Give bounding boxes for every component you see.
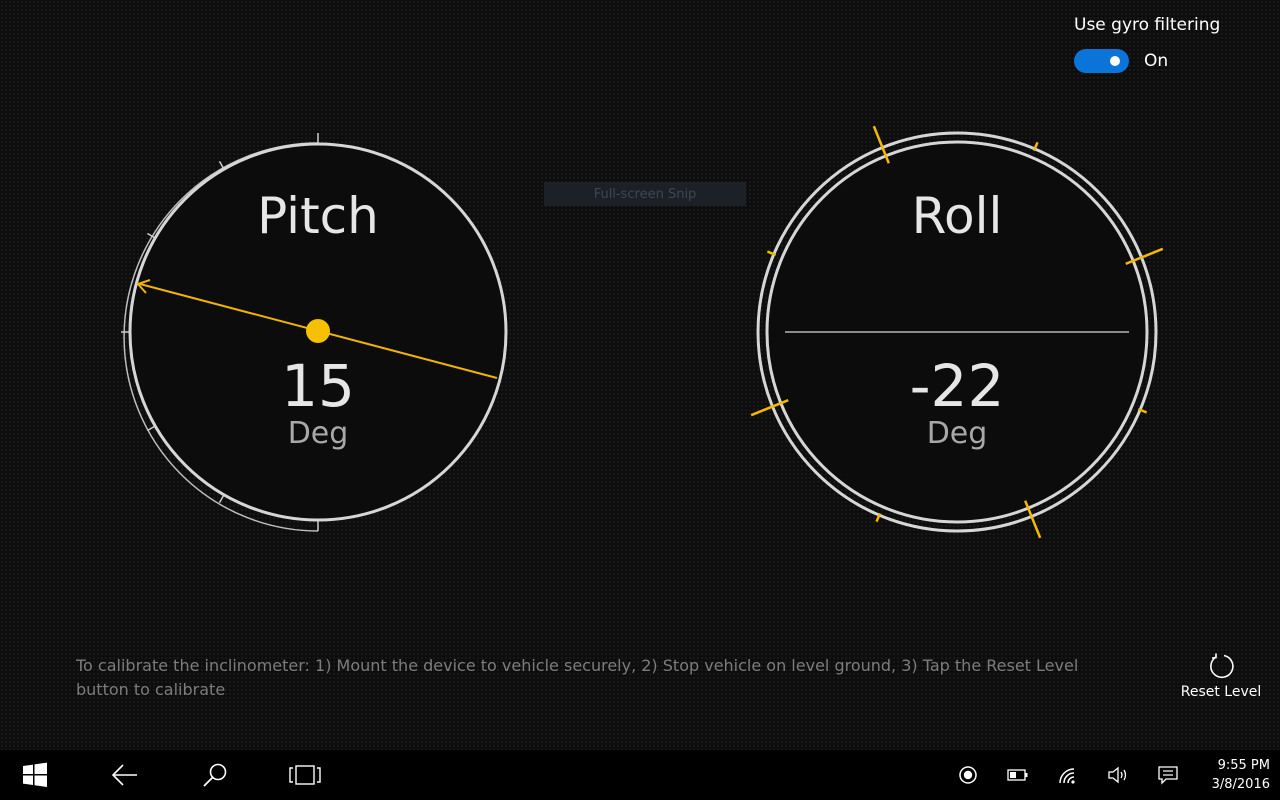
gyro-toggle-row: On <box>1074 49 1274 73</box>
inclinometer-app: Pitch 15 Deg Roll -22 Deg Use gyro filte… <box>0 0 1280 750</box>
reset-level-button[interactable]: Reset Level <box>1176 652 1266 700</box>
gyro-filter-toggle[interactable] <box>1074 49 1129 73</box>
roll-title: Roll <box>912 187 1003 245</box>
volume-tray-button[interactable] <box>1103 750 1133 800</box>
task-view-button[interactable] <box>280 750 330 800</box>
battery-tray-button[interactable] <box>1003 750 1033 800</box>
action-center-icon <box>1158 766 1178 785</box>
task-view-icon <box>289 765 321 785</box>
wifi-tray-button[interactable] <box>1053 750 1083 800</box>
gyro-filter-label: Use gyro filtering <box>1074 15 1221 35</box>
start-button[interactable] <box>10 750 60 800</box>
taskbar-clock[interactable]: 9:55 PM 3/8/2016 <box>1190 756 1270 794</box>
volume-icon <box>1108 766 1127 784</box>
back-arrow-icon <box>111 764 137 786</box>
pitch-unit: Deg <box>288 416 349 451</box>
wifi-icon <box>1059 768 1075 784</box>
windows-start-icon <box>23 762 47 787</box>
taskbar: 9:55 PM 3/8/2016 <box>0 750 1280 800</box>
pitch-scale-tick <box>147 425 155 432</box>
clock-date: 3/8/2016 <box>1211 777 1270 792</box>
back-button[interactable] <box>100 750 150 800</box>
search-button[interactable] <box>190 750 240 800</box>
gauges-canvas: Pitch 15 Deg Roll -22 Deg <box>121 125 1164 539</box>
battery-icon <box>1007 769 1028 781</box>
record-tray-button[interactable] <box>953 750 983 800</box>
roll-value: -22 <box>910 352 1005 420</box>
action-center-button[interactable] <box>1153 750 1183 800</box>
refresh-icon <box>1210 653 1234 679</box>
snip-overlay: Full-screen Snip <box>544 182 746 206</box>
search-icon <box>203 763 227 787</box>
pitch-value: 15 <box>281 352 355 420</box>
gyro-filter-state: On <box>1144 51 1169 71</box>
pitch-scale-tick <box>218 161 225 169</box>
gyro-filter-setting: Use gyro filtering On <box>1074 15 1274 73</box>
reset-level-label: Reset Level <box>1180 684 1262 700</box>
pitch-gauge: Pitch 15 Deg <box>121 133 508 532</box>
pitch-scale-tick <box>218 495 225 503</box>
record-icon <box>959 766 977 784</box>
roll-gauge: Roll -22 Deg <box>750 125 1164 539</box>
pitch-title: Pitch <box>257 187 379 245</box>
toggle-knob <box>1110 56 1120 66</box>
calibration-instructions: To calibrate the inclinometer: 1) Mount … <box>76 656 1079 699</box>
pitch-pivot-dot <box>306 319 330 343</box>
clock-time: 9:55 PM <box>1217 758 1270 773</box>
roll-unit: Deg <box>927 416 988 451</box>
